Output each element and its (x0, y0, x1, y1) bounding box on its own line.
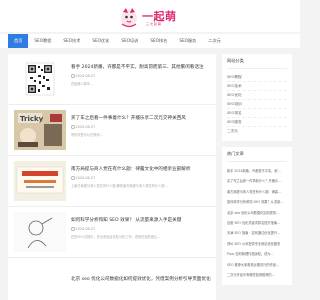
category-box-title: 网站分类 (227, 58, 287, 69)
hot-article-link[interactable]: 新手 2024新番，许都是不平实，耐... (227, 166, 287, 176)
clock-icon (71, 176, 75, 180)
article-date: 2024-06-27 (75, 74, 96, 78)
hot-article-link[interactable]: 南方局提与商人党在有什么题：律露... (227, 187, 287, 197)
hot-article-link[interactable]: 天津 SEO 指南：如何通过优化提升... (227, 228, 287, 238)
date-label: 2024-06-27 (71, 176, 95, 180)
sidebar: 网站分类 SEO教程 SEO技术 SEO优化 SEO培训 SEO排名 SEO服务… (222, 54, 292, 291)
nav-item-seo-ranking[interactable]: SEO排名 (144, 34, 173, 48)
article-thumbnail[interactable]: Tricky (14, 110, 66, 150)
article-meta: 2024-06-27 (71, 125, 211, 129)
qr-code-icon (25, 62, 55, 96)
category-box: 网站分类 SEO教程 SEO技术 SEO优化 SEO培训 SEO排名 SEO服务… (222, 54, 292, 141)
line-art-image (14, 212, 66, 252)
article-date: 2024-06-27 (75, 227, 96, 231)
hot-article-link[interactable]: Pixiv 如何管理作品版权，成为... (227, 249, 287, 259)
svg-text:Tricky: Tricky (20, 115, 44, 123)
site-logo[interactable]: 一起萌 三 光 起 萌 (118, 6, 188, 28)
article-excerpt: 有的车型可以在夜间... (71, 133, 103, 137)
clock-icon (71, 227, 75, 231)
clock-icon (71, 74, 75, 78)
article-meta: 2024-06-27 (71, 176, 211, 180)
nav-item-seo-tech[interactable]: SEO技术 (57, 34, 86, 48)
nav-item-anime[interactable]: 二次元 (202, 34, 227, 48)
article-date: 2024-06-27 (75, 125, 96, 129)
article-date: 2024-06-27 (75, 176, 96, 180)
article-item[interactable]: 看手 2024新番，许都是不平实，耐高昂而第三、其他繁闲看话注 2024-06-… (8, 54, 216, 105)
hot-article-link[interactable]: 百度 SEO 优化关键词排名提升指南... (227, 218, 287, 228)
article-item[interactable]: 北京 seo 优化公司数据化如何提效优化，凭借案例分析引导页面优化技巧 (8, 258, 216, 300)
article-item[interactable]: 如何科学分析和知 SEO 效果？ 从流量来源入手是关键 2024-06-27 在… (8, 207, 216, 258)
logo-mascot-icon (121, 8, 137, 28)
category-link[interactable]: SEO服务 (227, 118, 287, 127)
category-link[interactable]: SEO技术 (227, 82, 287, 91)
article-title[interactable]: 南方局提与商人党在有什么题：律露文化中的相亲业部解析 (71, 166, 211, 172)
hot-articles-title: 热门文章 (227, 151, 287, 162)
article-item[interactable]: Tricky 买了车之后看一件事着什么？开播乐享二次元交神关西风 2024-06… (8, 105, 216, 156)
article-excerpt: 在欧美人群中... (71, 82, 94, 86)
article-thumbnail[interactable] (14, 161, 66, 201)
category-link[interactable]: SEO教程 (227, 73, 287, 82)
category-link[interactable]: SEO排名 (227, 109, 287, 118)
article-excerpt: 上南方局提与商人党在有什么题 解析南方局提与商人党在有什么题 ... (71, 184, 169, 188)
article-thumbnail[interactable] (14, 59, 66, 99)
article-list: 看手 2024新番，许都是不平实，耐高昂而第三、其他繁闲看话注 2024-06-… (8, 54, 216, 300)
main-nav: 首页 SEO教程 SEO技术 SEO优化 SEO培训 SEO排名 SEO服务 二… (0, 34, 300, 48)
hot-article-link[interactable]: 买了车之后看一件事着什么？开播乐... (227, 176, 287, 186)
article-meta: 2024-06-27 (71, 227, 211, 231)
article-title[interactable]: 如何科学分析和知 SEO 效果？ 从流量来源入手是关键 (71, 217, 211, 223)
hot-article-link[interactable]: 二次元作品中有哪些值得推荐的... (227, 270, 287, 280)
logo-subtitle: 三 光 起 萌 (146, 22, 161, 26)
article-title[interactable]: 看手 2024新番，许都是不平实，耐高昂而第三、其他繁闲看话注 (71, 64, 211, 70)
category-link[interactable]: 二次元 (227, 127, 287, 136)
article-excerpt: 在的SEO过程中，作出来结合实际分析工作，进来的目的是让... (71, 235, 161, 239)
nav-item-home[interactable]: 首页 (8, 34, 29, 48)
article-thumbnail[interactable] (14, 212, 66, 252)
anime-figure-image: Tricky (14, 110, 66, 150)
clock-icon (71, 125, 75, 129)
hot-articles-box: 热门文章 新手 2024新番，许都是不平实，耐... 买了车之后看一件事着什么？… (222, 147, 292, 286)
nav-item-seo-tutorial[interactable]: SEO教程 (28, 34, 57, 48)
nav-item-seo-training[interactable]: SEO培训 (115, 34, 144, 48)
article-title[interactable]: 北京 seo 优化公司数据化如何提效优化，凭借案例分析引导页面优化技巧 (71, 276, 211, 282)
category-link[interactable]: SEO优化 (227, 91, 287, 100)
signboard-image (14, 161, 66, 201)
article-item[interactable]: 南方局提与商人党在有什么题：律露文化中的相亲业部解析 2024-06-27 上南… (8, 156, 216, 207)
date-label: 2024-06-27 (71, 74, 95, 78)
hot-article-link[interactable]: SEO 推荐大家看看近期流行的作品... (227, 260, 287, 270)
date-label: 2024-06-27 (71, 125, 95, 129)
nav-item-seo-service[interactable]: SEO服务 (173, 34, 202, 48)
article-meta: 2024-06-27 (71, 74, 211, 78)
hot-article-link[interactable]: 北京 seo 优化公司数据化如何提效... (227, 208, 287, 218)
date-label: 2024-06-27 (71, 227, 95, 231)
category-link[interactable]: SEO培训 (227, 100, 287, 109)
hot-article-link[interactable]: 如何科学分析和知 SEO 效果？从流量... (227, 197, 287, 207)
hot-article-link[interactable]: 郑州 SEO 公司提供专业网站优化服务 (227, 239, 287, 249)
article-title[interactable]: 买了车之后看一件事着什么？开播乐享二次元交神关西风 (71, 115, 211, 121)
site-header: 一起萌 三 光 起 萌 (0, 0, 300, 32)
nav-item-seo-optimize[interactable]: SEO优化 (86, 34, 115, 48)
